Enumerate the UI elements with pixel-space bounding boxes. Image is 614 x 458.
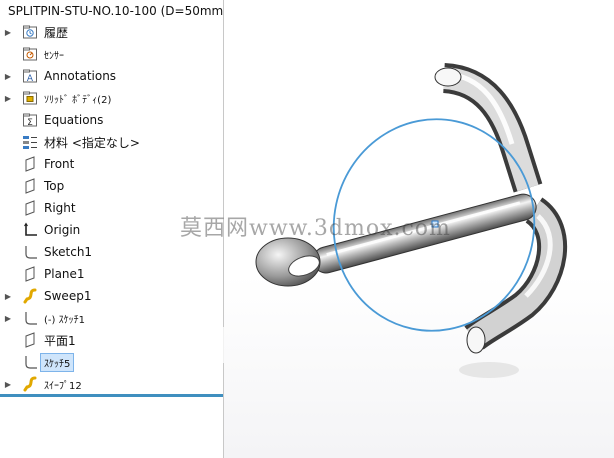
tree-item-equations[interactable]: ▶ Σ Equations	[0, 110, 223, 130]
tree-item-label: ｽｲｰﾌﾟ12	[44, 380, 82, 392]
expand-arrow-icon[interactable]: ▶	[4, 314, 12, 323]
model-shadow	[459, 362, 519, 378]
expand-arrow-icon[interactable]: ▶	[4, 94, 12, 103]
expand-arrow-icon[interactable]: ▶	[4, 380, 12, 389]
watermark-text: 莫西网www.3dmox.com	[180, 216, 451, 241]
sensor-folder-icon	[23, 47, 37, 61]
tree-item-sketch1[interactable]: ▶ Sketch1	[0, 242, 223, 262]
tree-item-history[interactable]: ▶ 履歴	[0, 22, 223, 42]
expand-arrow-icon[interactable]: ▶	[4, 28, 12, 37]
plane-icon	[25, 178, 35, 194]
tree-item-label: 履歴	[44, 25, 69, 40]
tree-item-sketch-jp5[interactable]: ▶ ｽｹｯﾁ5	[0, 352, 223, 372]
tree-item-label: (-) ｽｹｯﾁ1	[44, 314, 85, 326]
material-icon	[23, 136, 37, 149]
plane-icon	[25, 200, 35, 216]
tree-item-label: Front	[44, 157, 75, 171]
tree-item-sketch-jp1[interactable]: ▶ (-) ｽｹｯﾁ1	[0, 308, 223, 328]
plane-icon	[25, 332, 35, 348]
sweep-icon	[23, 376, 37, 392]
tree-item-label: ｾﾝｻｰ	[44, 50, 64, 62]
tree-item-label: Origin	[44, 223, 81, 237]
tree-item-label: Right	[44, 201, 76, 215]
tree-item-sweep1[interactable]: ▶ Sweep1	[0, 286, 223, 306]
plane-icon	[25, 156, 35, 172]
tree-item-plane1[interactable]: ▶ Plane1	[0, 264, 223, 284]
tree-item-label: Plane1	[44, 267, 85, 281]
tree-item-label: Top	[44, 179, 65, 193]
tree-item-top-plane[interactable]: ▶ Top	[0, 176, 223, 196]
svg-text:Σ: Σ	[27, 118, 33, 128]
sketch-icon	[25, 356, 37, 369]
tree-item-label: 材料 <指定なし>	[44, 135, 140, 150]
history-folder-icon	[23, 25, 37, 39]
plane-icon	[25, 266, 35, 282]
tree-item-label: ｿﾘｯﾄﾞ ﾎﾞﾃﾞｨ(2)	[44, 94, 112, 106]
tree-item-front-plane[interactable]: ▶ Front	[0, 154, 223, 174]
tree-item-material[interactable]: ▶ 材料 <指定なし>	[0, 132, 223, 152]
tree-item-label: 平面1	[44, 333, 76, 348]
tree-item-label: Equations	[44, 113, 104, 127]
tree-item-label: Sketch1	[44, 245, 93, 259]
sketch-icon	[25, 246, 37, 259]
root-label: SPLITPIN-STU-NO.10-100 (D=50mm<	[8, 4, 223, 18]
origin-icon	[24, 222, 37, 236]
tree-item-solid-bodies[interactable]: ▶ ｿﾘｯﾄﾞ ﾎﾞﾃﾞｨ(2)	[0, 88, 223, 108]
tree-root-part[interactable]: SPLITPIN-STU-NO.10-100 (D=50mm<	[0, 0, 223, 22]
tree-item-plane-jp1[interactable]: ▶ 平面1	[0, 330, 223, 350]
rollback-bar[interactable]	[0, 394, 223, 397]
annotations-folder-icon: A	[23, 69, 37, 84]
expand-arrow-icon[interactable]: ▶	[4, 292, 12, 301]
sketch-icon	[25, 312, 37, 325]
tree-item-label: ｽｹｯﾁ5	[40, 352, 75, 372]
equations-folder-icon: Σ	[23, 113, 37, 128]
tree-item-label: Annotations	[44, 69, 117, 83]
sweep-icon	[23, 288, 37, 304]
tree-item-label: Sweep1	[44, 289, 92, 303]
tree-item-sensors[interactable]: ▶ ｾﾝｻｰ	[0, 44, 223, 64]
tree-item-annotations[interactable]: ▶ A Annotations	[0, 66, 223, 86]
tree-item-sweep-jp12[interactable]: ▶ ｽｲｰﾌﾟ12	[0, 374, 223, 394]
expand-arrow-icon[interactable]: ▶	[4, 72, 12, 81]
svg-text:A: A	[27, 74, 34, 84]
solid-bodies-folder-icon	[23, 91, 37, 105]
